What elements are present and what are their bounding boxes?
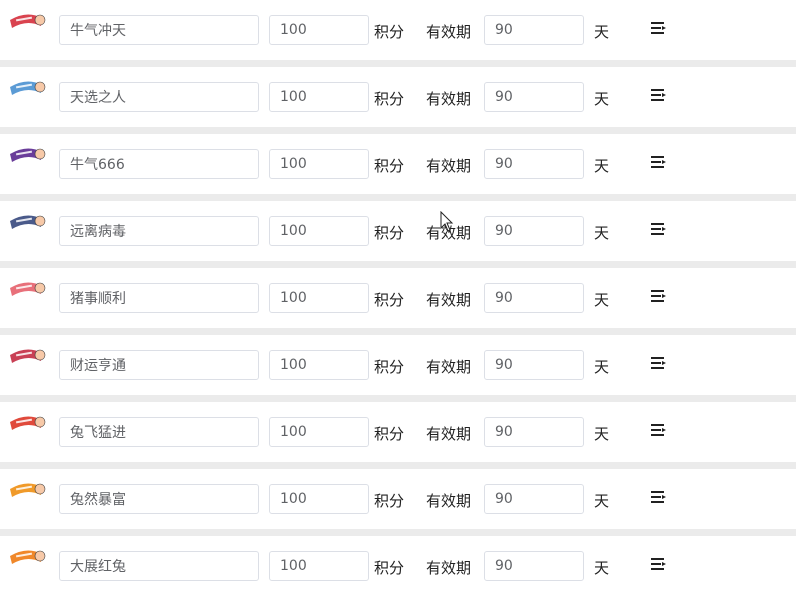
drag-handle-icon[interactable]: [650, 555, 668, 573]
badge-chosen-icon: [10, 81, 46, 95]
validity-days-input[interactable]: [484, 350, 584, 380]
drag-handle-icon[interactable]: [650, 488, 668, 506]
validity-label: 有效期: [426, 23, 472, 41]
validity-days-input[interactable]: [484, 417, 584, 447]
validity-days-input[interactable]: [484, 283, 584, 313]
badge-virus-icon: [10, 215, 46, 229]
badge-row: 积分 有效期 天: [0, 268, 796, 328]
points-unit-label: 积分: [374, 224, 405, 242]
days-unit-label: 天: [594, 559, 610, 577]
points-unit-label: 积分: [374, 23, 405, 41]
points-input[interactable]: [269, 149, 369, 179]
validity-label: 有效期: [426, 559, 472, 577]
points-input[interactable]: [269, 484, 369, 514]
badge-row: 积分 有效期 天: [0, 0, 796, 60]
validity-label: 有效期: [426, 358, 472, 376]
badge-row: 积分 有效期 天: [0, 335, 796, 395]
badge-name-input[interactable]: [59, 484, 259, 514]
drag-handle-icon[interactable]: [650, 153, 668, 171]
validity-label: 有效期: [426, 291, 472, 309]
badge-row: 积分 有效期 天: [0, 402, 796, 462]
points-unit-label: 积分: [374, 157, 405, 175]
drag-handle-icon[interactable]: [650, 19, 668, 37]
badge-row: 积分 有效期 天: [0, 134, 796, 194]
points-unit-label: 积分: [374, 425, 405, 443]
days-unit-label: 天: [594, 291, 610, 309]
validity-days-input[interactable]: [484, 82, 584, 112]
points-input[interactable]: [269, 350, 369, 380]
days-unit-label: 天: [594, 425, 610, 443]
badge-name-input[interactable]: [59, 216, 259, 246]
badge-row: 积分 有效期 天: [0, 536, 796, 591]
drag-handle-icon[interactable]: [650, 220, 668, 238]
badge-name-input[interactable]: [59, 149, 259, 179]
days-unit-label: 天: [594, 358, 610, 376]
validity-days-input[interactable]: [484, 216, 584, 246]
drag-handle-icon[interactable]: [650, 86, 668, 104]
points-input[interactable]: [269, 283, 369, 313]
badge-ox-icon: [10, 14, 46, 28]
points-input[interactable]: [269, 216, 369, 246]
points-unit-label: 积分: [374, 492, 405, 510]
drag-handle-icon[interactable]: [650, 287, 668, 305]
validity-days-input[interactable]: [484, 551, 584, 581]
days-unit-label: 天: [594, 157, 610, 175]
badge-name-input[interactable]: [59, 82, 259, 112]
days-unit-label: 天: [594, 224, 610, 242]
validity-label: 有效期: [426, 492, 472, 510]
validity-days-input[interactable]: [484, 15, 584, 45]
badge-rabbit-icon: [10, 416, 46, 430]
validity-label: 有效期: [426, 224, 472, 242]
points-input[interactable]: [269, 15, 369, 45]
badge-name-input[interactable]: [59, 15, 259, 45]
badge-name-input[interactable]: [59, 551, 259, 581]
drag-handle-icon[interactable]: [650, 354, 668, 372]
badge-list: 积分有效期天积分有效期天积分有效期天积分有效期天积分有效期天积分有效期天积分有效…: [0, 0, 796, 591]
validity-days-input[interactable]: [484, 149, 584, 179]
badge-ox666-icon: [10, 148, 46, 162]
points-unit-label: 积分: [374, 90, 405, 108]
validity-label: 有效期: [426, 157, 472, 175]
badge-row: 积分 有效期 天: [0, 201, 796, 261]
badge-pig-icon: [10, 282, 46, 296]
points-unit-label: 积分: [374, 291, 405, 309]
validity-days-input[interactable]: [484, 484, 584, 514]
points-input[interactable]: [269, 551, 369, 581]
days-unit-label: 天: [594, 90, 610, 108]
validity-label: 有效期: [426, 90, 472, 108]
points-unit-label: 积分: [374, 358, 405, 376]
badge-row: 积分 有效期 天: [0, 469, 796, 529]
badge-name-input[interactable]: [59, 283, 259, 313]
days-unit-label: 天: [594, 492, 610, 510]
badge-name-input[interactable]: [59, 350, 259, 380]
points-input[interactable]: [269, 82, 369, 112]
points-unit-label: 积分: [374, 559, 405, 577]
badge-row: 积分 有效期 天: [0, 67, 796, 127]
days-unit-label: 天: [594, 23, 610, 41]
validity-label: 有效期: [426, 425, 472, 443]
badge-rich-icon: [10, 483, 46, 497]
badge-red-rabbit-icon: [10, 550, 46, 564]
badge-name-input[interactable]: [59, 417, 259, 447]
drag-handle-icon[interactable]: [650, 421, 668, 439]
badge-wealth-icon: [10, 349, 46, 363]
points-input[interactable]: [269, 417, 369, 447]
